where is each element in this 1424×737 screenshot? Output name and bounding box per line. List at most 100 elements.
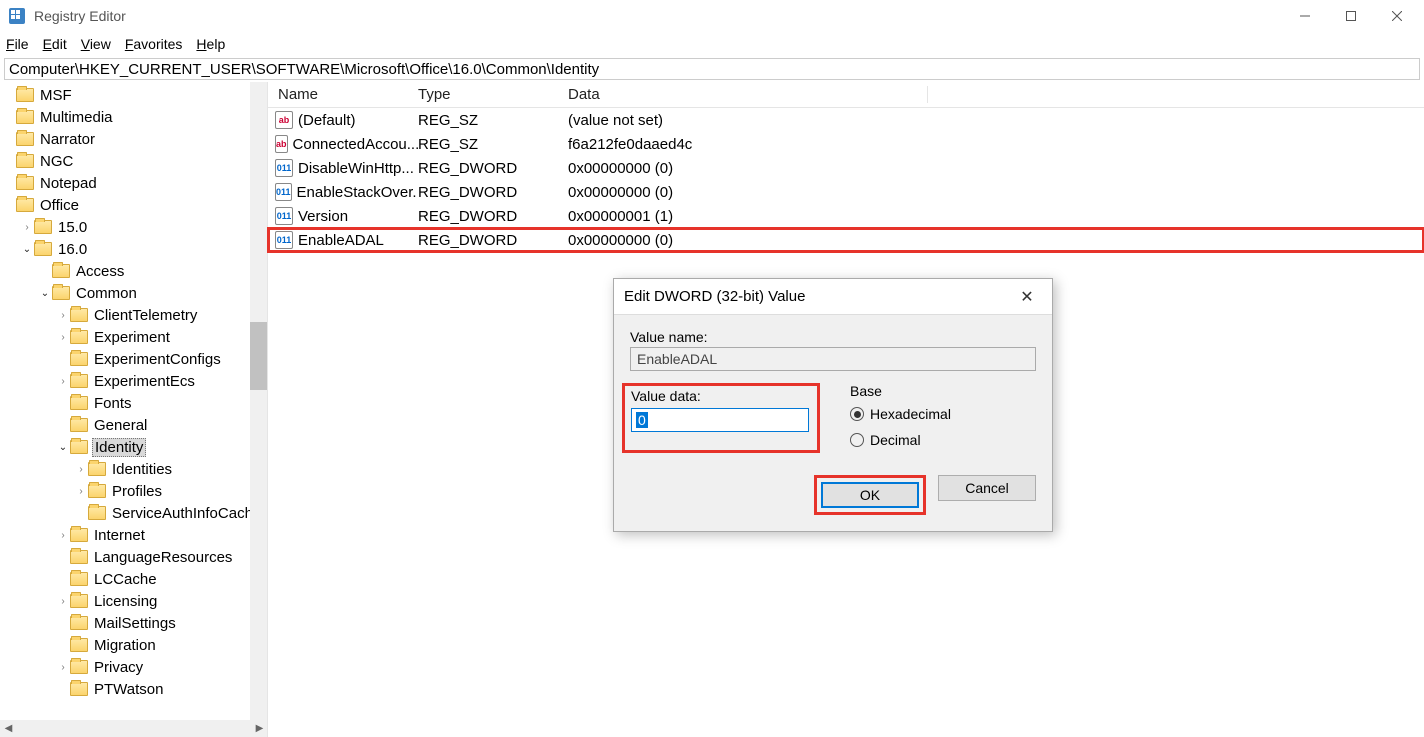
tree-item[interactable]: Access xyxy=(0,260,267,282)
maximize-button[interactable] xyxy=(1328,1,1374,31)
folder-icon xyxy=(70,638,88,652)
tree-item[interactable]: NGC xyxy=(0,150,267,172)
tree-item[interactable]: MSF xyxy=(0,84,267,106)
registry-value-row[interactable]: 011VersionREG_DWORD0x00000001 (1) xyxy=(268,204,1424,228)
tree-item[interactable]: ExperimentConfigs xyxy=(0,348,267,370)
tree-item[interactable]: › Privacy xyxy=(0,656,267,678)
chevron-right-icon[interactable]: › xyxy=(56,660,70,674)
hscroll-right-icon[interactable]: ▶ xyxy=(251,723,268,734)
tree-item[interactable]: PTWatson xyxy=(0,678,267,700)
menu-favorites[interactable]: Favorites xyxy=(125,36,183,52)
reg-dword-icon: 011 xyxy=(275,183,292,201)
folder-icon xyxy=(52,286,70,300)
tree-item[interactable]: › ClientTelemetry xyxy=(0,304,267,326)
tree-item[interactable]: ›Licensing xyxy=(0,590,267,612)
chevron-right-icon[interactable]: › xyxy=(20,220,34,234)
base-label: Base xyxy=(850,383,951,399)
tree-item[interactable]: ServiceAuthInfoCache xyxy=(0,502,267,524)
tree-item[interactable]: ›ExperimentEcs xyxy=(0,370,267,392)
dialog-close-button[interactable]: ✕ xyxy=(1012,287,1042,307)
chevron-right-icon[interactable]: › xyxy=(56,528,70,542)
registry-value-row[interactable]: 011EnableADALREG_DWORD0x00000000 (0) xyxy=(268,228,1424,252)
hscroll-left-icon[interactable]: ◀ xyxy=(0,723,17,734)
tree-scrollbar[interactable] xyxy=(250,82,267,737)
tree-item-label: Access xyxy=(74,263,126,280)
radio-decimal[interactable]: Decimal xyxy=(850,427,951,453)
tree-item-label: General xyxy=(92,417,149,434)
chevron-down-icon[interactable]: ⌄ xyxy=(20,242,34,256)
tree-item-label: ExperimentConfigs xyxy=(92,351,223,368)
menu-file[interactable]: File xyxy=(6,36,29,52)
tree-item[interactable]: ⌄Common xyxy=(0,282,267,304)
chevron-right-icon[interactable]: › xyxy=(56,594,70,608)
tree-item-label: Privacy xyxy=(92,659,145,676)
folder-icon xyxy=(34,242,52,256)
chevron-right-icon[interactable]: › xyxy=(56,308,70,322)
cancel-button[interactable]: Cancel xyxy=(938,475,1036,501)
value-data-input[interactable]: 0 xyxy=(631,408,809,432)
chevron-down-icon[interactable]: ⌄ xyxy=(56,440,70,454)
value-type-cell: REG_SZ xyxy=(418,136,568,153)
folder-icon xyxy=(16,110,34,124)
tree-item[interactable]: LCCache xyxy=(0,568,267,590)
registry-value-row[interactable]: ab(Default)REG_SZ(value not set) xyxy=(268,108,1424,132)
col-header-data[interactable]: Data xyxy=(568,86,928,103)
tree-item-label: LanguageResources xyxy=(92,549,234,566)
tree-item[interactable]: ⌄ 16.0 xyxy=(0,238,267,260)
minimize-button[interactable] xyxy=(1282,1,1328,31)
registry-value-row[interactable]: 011DisableWinHttp...REG_DWORD0x00000000 … xyxy=(268,156,1424,180)
tree-item[interactable]: ⌄ Identity xyxy=(0,436,267,458)
chevron-down-icon[interactable]: ⌄ xyxy=(38,286,52,300)
tree-item-label: 16.0 xyxy=(56,241,89,258)
col-header-type[interactable]: Type xyxy=(418,86,568,103)
main-panel: MSFMultimediaNarratorNGCNotepad Office ›15… xyxy=(0,82,1424,737)
tree-item[interactable]: Notepad xyxy=(0,172,267,194)
tree-item[interactable]: General xyxy=(0,414,267,436)
address-bar[interactable]: Computer\HKEY_CURRENT_USER\SOFTWARE\Micr… xyxy=(4,58,1420,80)
tree-item-label: Identity xyxy=(92,438,146,457)
tree-item-label: Office xyxy=(38,197,81,214)
chevron-right-icon[interactable]: › xyxy=(74,484,88,498)
value-data-cell: 0x00000000 (0) xyxy=(568,160,1424,177)
radio-hexadecimal[interactable]: Hexadecimal xyxy=(850,401,951,427)
folder-icon xyxy=(70,616,88,630)
tree-item[interactable]: ›Internet xyxy=(0,524,267,546)
menu-view[interactable]: View xyxy=(81,36,111,52)
menu-help[interactable]: Help xyxy=(196,36,225,52)
chevron-right-icon[interactable]: › xyxy=(56,330,70,344)
tree-item[interactable]: Multimedia xyxy=(0,106,267,128)
tree-item[interactable]: Migration xyxy=(0,634,267,656)
value-type-cell: REG_DWORD xyxy=(418,184,568,201)
folder-icon xyxy=(70,330,88,344)
ok-button[interactable]: OK xyxy=(821,482,919,508)
tree-item-label: ClientTelemetry xyxy=(92,307,199,324)
tree-pane[interactable]: MSFMultimediaNarratorNGCNotepad Office ›15… xyxy=(0,82,268,737)
tree-item[interactable]: ›Identities xyxy=(0,458,267,480)
list-header: Name Type Data xyxy=(268,82,1424,108)
registry-value-row[interactable]: 011EnableStackOver...REG_DWORD0x00000000… xyxy=(268,180,1424,204)
folder-icon xyxy=(70,352,88,366)
tree-scrollbar-thumb[interactable] xyxy=(250,322,267,390)
chevron-right-icon[interactable]: › xyxy=(56,374,70,388)
folder-icon xyxy=(16,132,34,146)
tree-item[interactable]: ›Experiment xyxy=(0,326,267,348)
value-name-cell: Version xyxy=(298,208,348,225)
value-type-cell: REG_DWORD xyxy=(418,232,568,249)
tree-item[interactable]: LanguageResources xyxy=(0,546,267,568)
tree-item[interactable]: Fonts xyxy=(0,392,267,414)
registry-value-row[interactable]: abConnectedAccou...REG_SZf6a212fe0daaed4… xyxy=(268,132,1424,156)
tree-hscrollbar[interactable]: ◀ ▶ xyxy=(0,720,268,737)
folder-icon xyxy=(70,528,88,542)
tree-item[interactable]: Office xyxy=(0,194,267,216)
tree-item[interactable]: ›15.0 xyxy=(0,216,267,238)
reg-sz-icon: ab xyxy=(275,135,288,153)
value-name-cell: EnableADAL xyxy=(298,232,384,249)
col-header-name[interactable]: Name xyxy=(268,86,418,103)
tree-item[interactable]: Narrator xyxy=(0,128,267,150)
tree-item[interactable]: ›Profiles xyxy=(0,480,267,502)
close-button[interactable] xyxy=(1374,1,1420,31)
menu-edit[interactable]: Edit xyxy=(43,36,67,52)
chevron-right-icon[interactable]: › xyxy=(74,462,88,476)
tree-item[interactable]: MailSettings xyxy=(0,612,267,634)
dialog-title-bar[interactable]: Edit DWORD (32-bit) Value ✕ xyxy=(614,279,1052,315)
